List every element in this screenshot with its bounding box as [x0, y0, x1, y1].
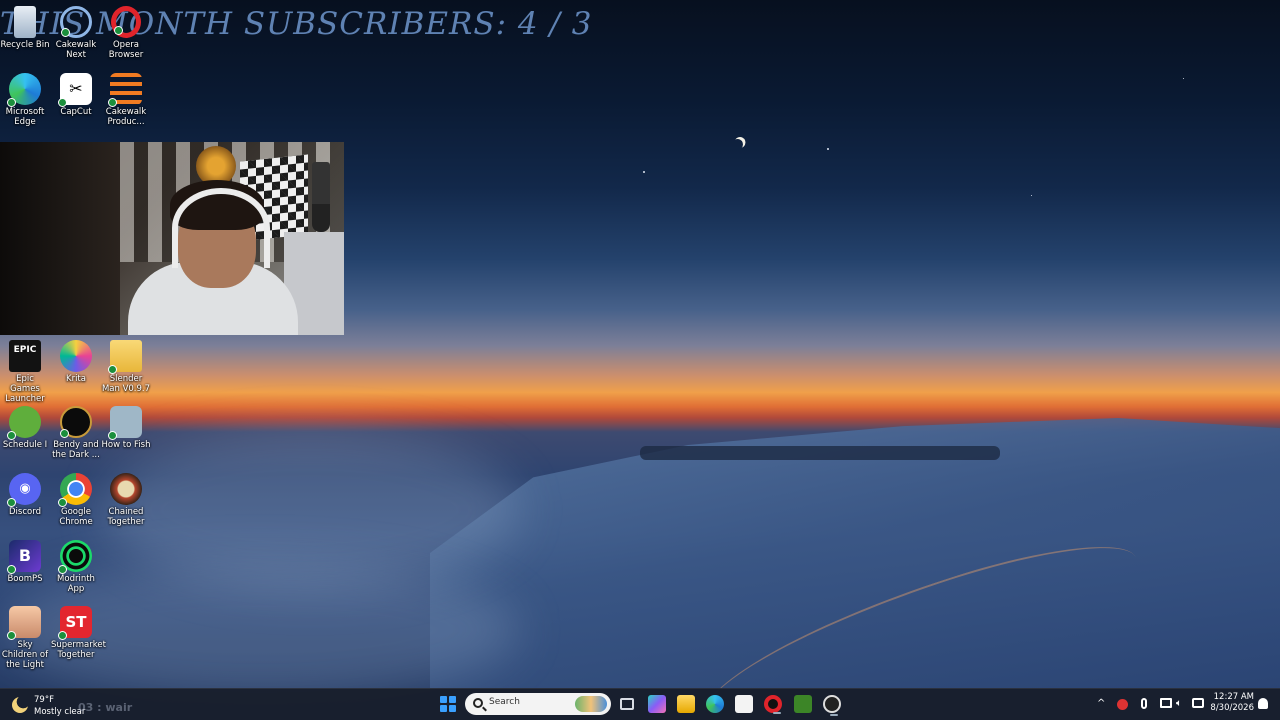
- desktop-icon-cakewalk-producer[interactable]: Cakewalk Produc...: [101, 73, 151, 127]
- network-icon[interactable]: [1192, 698, 1204, 708]
- headset: [172, 188, 270, 268]
- tray-chevron-up-icon[interactable]: ^: [1097, 697, 1105, 711]
- windows-start-icon: [440, 696, 447, 703]
- krita-icon: [60, 340, 92, 372]
- opera-icon: [111, 6, 141, 38]
- clock-date: 8/30/2026: [1210, 703, 1254, 713]
- boomps-icon: B: [7, 540, 41, 574]
- capcut-icon: ✂: [58, 73, 92, 107]
- discord-icon: ◉: [7, 473, 41, 507]
- desktop-icon-supermarket-together[interactable]: ST Supermarket Together: [51, 606, 106, 660]
- chat-overlay-text: 03 : wair: [78, 701, 133, 714]
- weather-temperature: 79°F: [34, 695, 54, 705]
- search-icon: [473, 698, 483, 708]
- schedule-i-icon: [7, 406, 41, 440]
- clock-time: 12:27 AM: [1213, 692, 1254, 702]
- desktop-icon-google-chrome[interactable]: Google Chrome: [51, 473, 101, 527]
- cakewalk-next-icon: [60, 6, 92, 38]
- sky-icon: [7, 606, 41, 640]
- cakewalk-producer-icon: [108, 73, 142, 107]
- microphone-icon[interactable]: [1141, 698, 1147, 709]
- search-placeholder: Search: [489, 697, 520, 707]
- desktop-icon-recycle-bin[interactable]: Recycle Bin: [0, 6, 50, 50]
- chrome-icon: [58, 473, 92, 507]
- task-view-icon[interactable]: [620, 698, 634, 710]
- desktop-icon-capcut[interactable]: ✂ CapCut: [51, 73, 101, 117]
- start-button[interactable]: [440, 696, 456, 712]
- store-icon[interactable]: [735, 695, 753, 713]
- desktop-icon-opera-browser[interactable]: Opera Browser: [101, 6, 151, 60]
- taskbar-clock[interactable]: 12:27 AM 8/30/2026: [1206, 692, 1254, 714]
- opera-gx-icon[interactable]: [764, 695, 782, 714]
- desktop-icon-modrinth-app[interactable]: Modrinth App: [51, 540, 101, 594]
- minecraft-icon[interactable]: [794, 695, 812, 713]
- folder-icon: [108, 340, 142, 374]
- moon-cloud-icon: [12, 697, 28, 713]
- obs-icon[interactable]: [823, 695, 841, 716]
- recycle-bin-icon: [14, 6, 36, 38]
- file-explorer-icon[interactable]: [677, 695, 695, 713]
- desktop-icon-cakewalk-next[interactable]: Cakewalk Next: [51, 6, 101, 60]
- weather-widget[interactable]: 79°F Mostly clear 03 : wair: [10, 693, 150, 717]
- desktop-icon-schedule-i[interactable]: Schedule I: [0, 406, 50, 450]
- wallpaper-moon: [730, 137, 744, 151]
- how-to-fish-icon: [108, 406, 142, 440]
- desktop-icon-boomps[interactable]: B BoomPS: [0, 540, 50, 584]
- modrinth-icon: [58, 540, 92, 574]
- notification-bell-icon[interactable]: [1258, 698, 1268, 709]
- taskbar-search-box[interactable]: Search: [465, 693, 611, 715]
- wallpaper-tree-line: [640, 446, 1000, 460]
- wallpaper-star: [1031, 195, 1032, 196]
- desktop-icon-bendy[interactable]: Bendy and the Dark ...: [51, 406, 101, 460]
- supermarket-together-icon: ST: [58, 606, 92, 640]
- desktop-icon-sky[interactable]: Sky Children of the Light: [0, 606, 50, 670]
- copilot-icon[interactable]: [648, 695, 666, 713]
- wallpaper-star: [827, 148, 829, 150]
- desktop-icon-chained-together[interactable]: Chained Together: [101, 473, 151, 527]
- epic-games-icon: EPIC: [9, 340, 41, 372]
- desktop-wallpaper: [0, 0, 1280, 720]
- taskbar: 79°F Mostly clear 03 : wair: [0, 688, 1280, 720]
- display-icon[interactable]: [1160, 698, 1172, 708]
- chained-together-icon: [110, 473, 142, 505]
- desktop-icon-discord[interactable]: ◉ Discord: [0, 473, 50, 517]
- desktop-icon-how-to-fish[interactable]: How to Fish: [101, 406, 151, 450]
- volume-icon[interactable]: 🔈︎: [1176, 697, 1182, 711]
- search-highlight-art: [575, 696, 607, 712]
- desktop-icon-slender-man[interactable]: Slender Man V0.9.7: [101, 340, 151, 394]
- wallpaper-star: [1183, 78, 1184, 79]
- desktop-icon-microsoft-edge[interactable]: Microsoft Edge: [0, 73, 50, 127]
- edge-icon: [7, 73, 41, 107]
- wallpaper-star: [643, 171, 645, 173]
- desktop-icon-epic-games-launcher[interactable]: EPIC Epic Games Launcher: [0, 340, 50, 404]
- bendy-icon: [60, 406, 92, 438]
- guitar: [312, 162, 330, 232]
- tray-app-icon[interactable]: [1117, 699, 1128, 710]
- desktop-icon-krita[interactable]: Krita: [51, 340, 101, 384]
- webcam-feed: [0, 142, 344, 335]
- edge-icon[interactable]: [706, 695, 724, 713]
